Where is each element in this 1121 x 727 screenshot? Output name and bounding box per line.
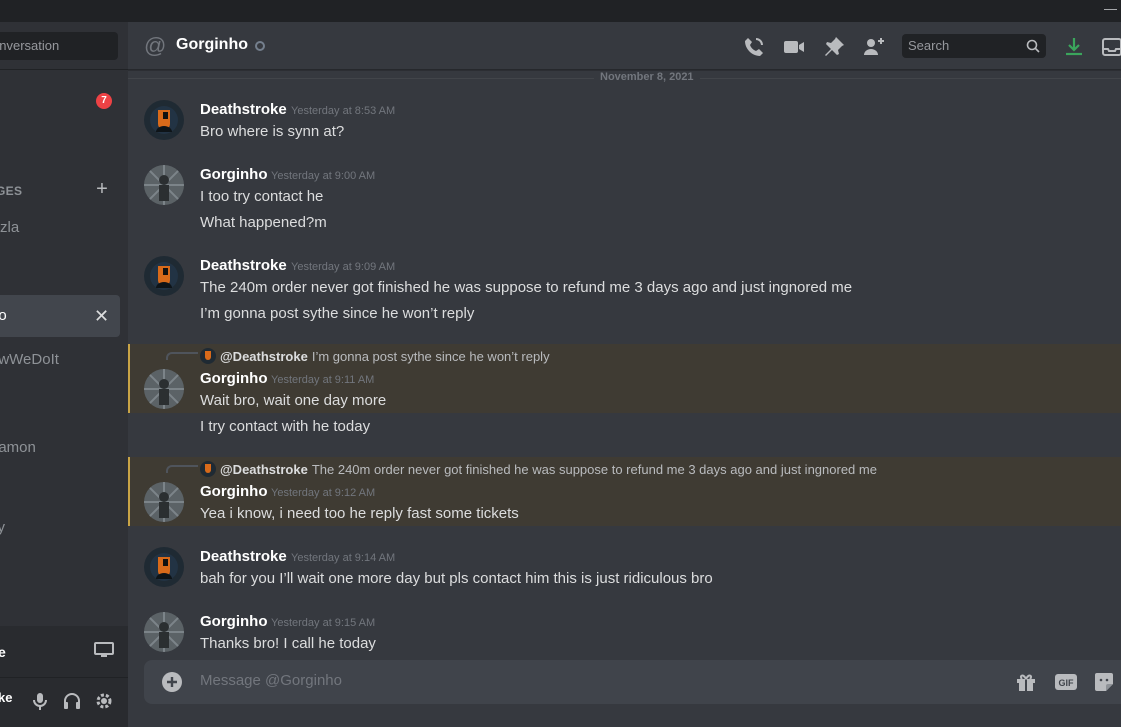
title-bar: — bbox=[0, 0, 1121, 22]
dm-item-vzla[interactable]: Vzla bbox=[0, 207, 120, 249]
message-author[interactable]: Deathstroke bbox=[200, 257, 287, 274]
message-timestamp: Yesterday at 9:12 AM bbox=[271, 487, 376, 499]
reply-spine bbox=[166, 465, 198, 473]
message-timestamp: Yesterday at 9:14 AM bbox=[291, 552, 396, 564]
current-username: ke bbox=[0, 690, 13, 705]
message-text: What happened?m bbox=[200, 214, 327, 231]
inbox-icon[interactable] bbox=[1100, 35, 1121, 59]
message-text: Yea i know, i need too he reply fast som… bbox=[200, 505, 519, 522]
avatar[interactable] bbox=[144, 482, 184, 522]
message-text: I try contact with he today bbox=[200, 418, 371, 435]
avatar[interactable] bbox=[144, 369, 184, 409]
reply-avatar bbox=[200, 348, 216, 364]
message-author[interactable]: Deathstroke bbox=[200, 101, 287, 118]
voice-status-label: e bbox=[0, 644, 6, 660]
message-timestamp: Yesterday at 8:53 AM bbox=[291, 105, 396, 117]
message-author[interactable]: Gorginho bbox=[200, 166, 268, 183]
add-friend-icon[interactable] bbox=[862, 35, 886, 59]
search-icon bbox=[1026, 39, 1040, 53]
user-panel: e ke bbox=[0, 626, 128, 727]
gif-icon[interactable]: GIF bbox=[1054, 670, 1078, 694]
find-conversation-input[interactable]: onversation bbox=[0, 32, 118, 60]
message-list: November 8, 2021 Deathstroke Yesterday a… bbox=[128, 70, 1121, 660]
message-author[interactable]: Gorginho bbox=[200, 370, 268, 387]
message-text: Bro where is synn at? bbox=[200, 123, 345, 140]
reply-text: The 240m order never got finished he was… bbox=[311, 462, 877, 477]
dm-item-label: owWeDoIt bbox=[0, 351, 59, 368]
message-text: Wait bro, wait one day more bbox=[200, 392, 387, 409]
message-text: The 240m order never got finished he was… bbox=[200, 279, 853, 296]
dm-item-label: namon bbox=[0, 439, 36, 456]
search-input[interactable]: Search bbox=[902, 34, 1046, 58]
page-title: Gorginho bbox=[176, 36, 248, 53]
dm-item-cinnamon[interactable]: namon bbox=[0, 427, 120, 469]
status-indicator bbox=[255, 41, 265, 51]
date-divider: November 8, 2021 bbox=[128, 71, 1121, 83]
chat-main: @ Gorginho Search November 8, 2021 Death… bbox=[128, 22, 1121, 727]
reply-mention[interactable]: @Deathstroke bbox=[220, 349, 308, 364]
minimize-button[interactable]: — bbox=[1104, 2, 1117, 16]
message-author[interactable]: Gorginho bbox=[200, 613, 268, 630]
dm-sidebar: onversation 7 GES + Vzla ho ✕ owWeDoIt na… bbox=[0, 22, 128, 727]
avatar[interactable] bbox=[144, 100, 184, 140]
attach-plus-icon[interactable] bbox=[160, 670, 184, 694]
message-author[interactable]: Gorginho bbox=[200, 483, 268, 500]
dm-item-howwedoit[interactable]: owWeDoIt bbox=[0, 339, 120, 381]
direct-messages-header: GES bbox=[0, 184, 23, 198]
reply-mention[interactable]: @Deathstroke bbox=[220, 462, 308, 477]
gear-icon[interactable] bbox=[94, 691, 114, 711]
screen-share-icon[interactable] bbox=[94, 642, 114, 658]
message-timestamp: Yesterday at 9:15 AM bbox=[271, 617, 376, 629]
reply-preview[interactable]: @Deathstroke The 240m order never got fin… bbox=[200, 461, 877, 477]
dm-item-label: ho bbox=[0, 307, 7, 324]
message-timestamp: Yesterday at 9:11 AM bbox=[271, 374, 375, 386]
close-dm-icon[interactable]: ✕ bbox=[94, 295, 109, 337]
avatar[interactable] bbox=[144, 547, 184, 587]
date-divider-label: November 8, 2021 bbox=[594, 71, 700, 83]
avatar[interactable] bbox=[144, 256, 184, 296]
voice-call-icon[interactable] bbox=[742, 35, 766, 59]
at-sign-icon: @ bbox=[144, 33, 167, 58]
pin-icon[interactable] bbox=[822, 35, 846, 59]
create-dm-button[interactable]: + bbox=[94, 179, 110, 199]
dm-item-ky[interactable]: ky bbox=[0, 507, 120, 549]
reply-text: I’m gonna post sythe since he won’t repl… bbox=[311, 349, 550, 364]
message-timestamp: Yesterday at 9:09 AM bbox=[291, 261, 396, 273]
video-call-icon[interactable] bbox=[782, 35, 806, 59]
dm-item-gorginho[interactable]: ho ✕ bbox=[0, 295, 120, 337]
dm-item-label: ky bbox=[0, 519, 5, 536]
avatar[interactable] bbox=[144, 612, 184, 652]
message-input[interactable]: Message @Gorginho bbox=[200, 672, 342, 689]
message-composer[interactable]: Message @Gorginho GIF bbox=[144, 660, 1121, 704]
notification-badge: 7 bbox=[96, 93, 112, 109]
chat-header: @ Gorginho Search bbox=[128, 22, 1121, 70]
message-text: I’m gonna post sythe since he won’t repl… bbox=[200, 305, 475, 322]
reply-spine bbox=[166, 352, 198, 360]
reply-avatar bbox=[200, 461, 216, 477]
message-text: I too try contact he bbox=[200, 188, 324, 205]
gift-icon[interactable] bbox=[1014, 670, 1038, 694]
avatar[interactable] bbox=[144, 165, 184, 205]
download-icon[interactable] bbox=[1062, 35, 1086, 59]
voice-status-row: e bbox=[0, 626, 128, 678]
gif-label: GIF bbox=[1059, 678, 1075, 688]
message-timestamp: Yesterday at 9:00 AM bbox=[271, 170, 376, 182]
message-text: Thanks bro! I call he today bbox=[200, 635, 376, 652]
headphones-icon[interactable] bbox=[62, 691, 82, 711]
dm-item-label: Vzla bbox=[0, 219, 20, 236]
message-text: bah for you I’ll wait one more day but p… bbox=[200, 570, 713, 587]
sticker-icon[interactable] bbox=[1092, 670, 1116, 694]
reply-preview[interactable]: @Deathstroke I’m gonna post sythe since h… bbox=[200, 348, 550, 364]
find-conversation-area: onversation bbox=[0, 22, 128, 70]
message-author[interactable]: Deathstroke bbox=[200, 548, 287, 565]
microphone-icon[interactable] bbox=[30, 691, 50, 711]
search-placeholder: Search bbox=[908, 38, 950, 53]
